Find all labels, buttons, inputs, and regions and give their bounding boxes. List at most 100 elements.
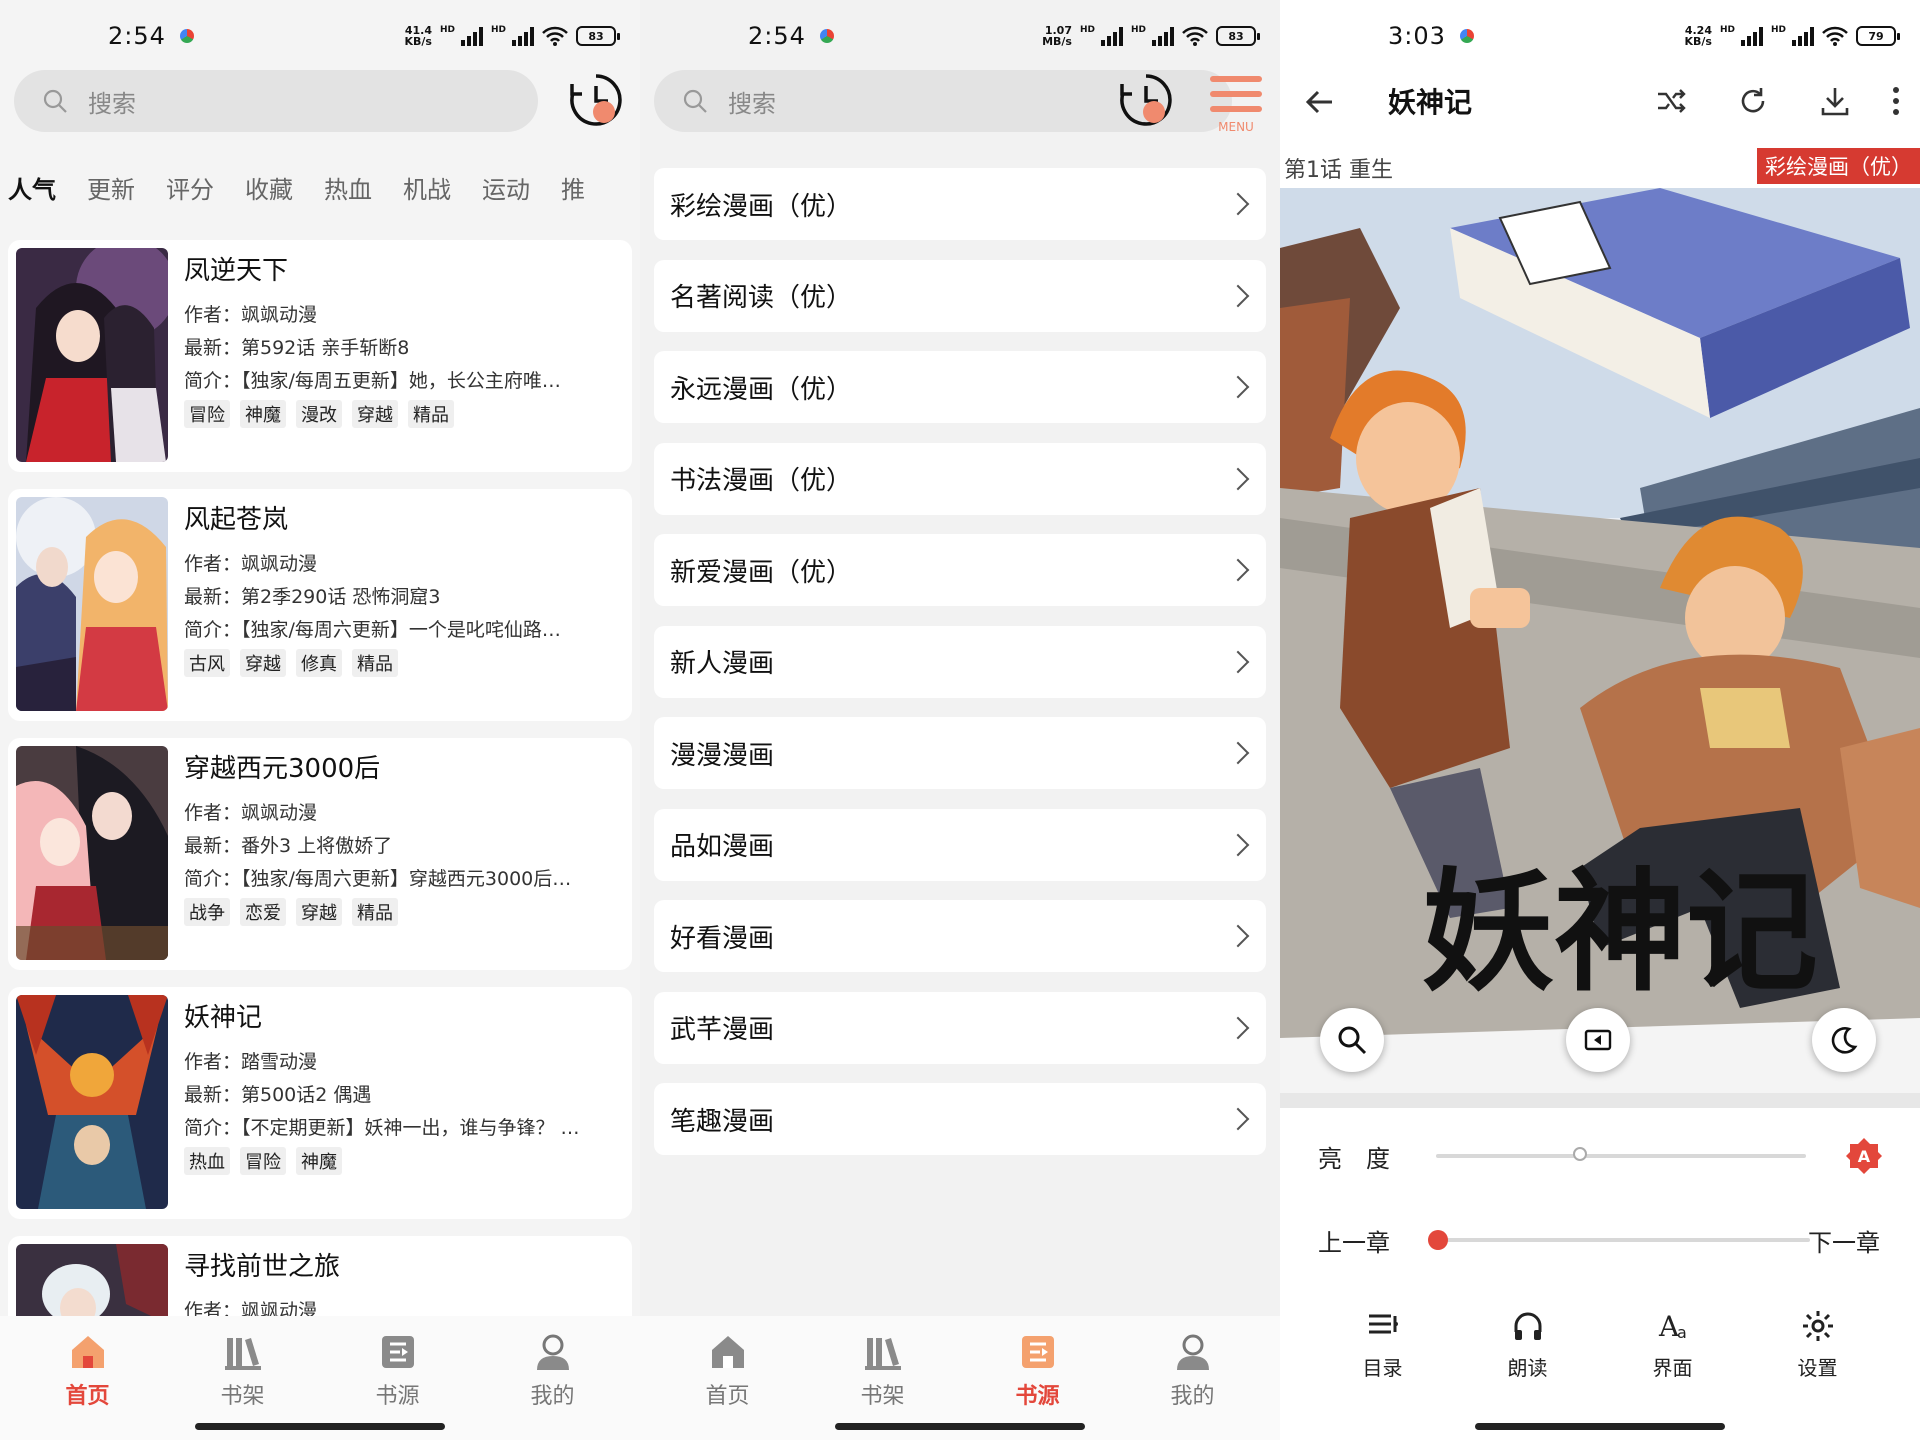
menu-button[interactable]: MENU (1208, 74, 1264, 134)
app-notification-icon (819, 29, 834, 43)
book-author: 作者：飒飒动漫 (184, 304, 318, 326)
battery-indicator: 79 (1856, 26, 1900, 46)
book-title: 妖神记 (1388, 86, 1473, 119)
source-item[interactable]: 名著阅读（优） (654, 259, 1266, 332)
tab-rating[interactable]: 评分 (166, 170, 245, 205)
book-tag: 恋爱 (240, 898, 286, 926)
menu-label: MENU (1218, 120, 1254, 134)
reader-tools: 目录 朗读 Aa 界面 设置 (1280, 1308, 1920, 1381)
book-tag: 古风 (184, 649, 230, 677)
svg-text:a: a (1677, 1323, 1687, 1342)
chevron-right-icon (1226, 467, 1250, 490)
source-item[interactable]: 新人漫画 (654, 625, 1266, 698)
home-indicator[interactable] (835, 1423, 1085, 1430)
autoscroll-fab[interactable] (1566, 1008, 1630, 1072)
book-card[interactable]: 穿越西元3000后 作者：飒飒动漫 最新：番外3 上将傲娇了 简介：【独家/每周… (8, 738, 632, 970)
chapter-progress-handle[interactable] (1428, 1230, 1448, 1250)
nav-profile[interactable]: 我的 (1133, 1316, 1253, 1440)
home-icon (71, 1336, 104, 1368)
status-time: 3:03 (1388, 22, 1446, 50)
prev-chapter-button[interactable]: 上一章 (1318, 1223, 1390, 1258)
tab-popular[interactable]: 人气 (8, 170, 87, 205)
catalog-icon (1368, 1314, 1398, 1334)
book-tag: 精品 (408, 400, 454, 428)
signal-icon (460, 26, 483, 46)
tool-settings[interactable]: 设置 (1768, 1308, 1868, 1381)
source-item[interactable]: 书法漫画（优） (654, 442, 1266, 515)
chapter-progress-slider[interactable] (1438, 1238, 1810, 1242)
search-fab[interactable] (1320, 1008, 1384, 1072)
nav-home[interactable]: 首页 (28, 1316, 148, 1440)
menu-icon (1210, 76, 1262, 112)
book-card[interactable]: 凤逆天下 作者：飒飒动漫 最新：第592话 亲手斩断8 简介：【独家/每周五更新… (8, 240, 632, 472)
book-intro: 简介：【独家/每周六更新】穿越西元3000后… (184, 868, 572, 890)
book-intro: 简介：【不定期更新】妖神一出，谁与争锋？ … (184, 1117, 580, 1139)
tool-read-aloud[interactable]: 朗读 (1478, 1308, 1578, 1381)
book-card[interactable]: 妖神记 作者：踏雪动漫 最新：第500话2 偶遇 简介：【不定期更新】妖神一出，… (8, 987, 632, 1219)
refresh-icon[interactable] (1736, 84, 1770, 118)
app-notification-icon (179, 29, 194, 43)
tab-hot-blood[interactable]: 热血 (324, 170, 403, 205)
tab-more[interactable]: 推 (561, 170, 640, 205)
book-card[interactable]: 风起苍岚 作者：飒飒动漫 最新：第2季290话 恐怖洞窟3 简介：【独家/每周六… (8, 489, 632, 721)
book-title: 妖神记 (184, 1003, 263, 1033)
source-icon (381, 1336, 414, 1368)
wifi-icon (1182, 26, 1208, 46)
source-item[interactable]: 好看漫画 (654, 900, 1266, 972)
history-icon[interactable] (1118, 72, 1174, 128)
book-tag: 穿越 (352, 400, 398, 428)
comic-page[interactable]: 妖神记 (1280, 188, 1920, 1108)
auto-brightness-icon[interactable]: A (1844, 1136, 1884, 1176)
tab-sports[interactable]: 运动 (482, 170, 561, 205)
sources-screen: 2:54 1.07 MB/s HD HD 83 搜索 MENU 彩绘漫画（优） 名… (640, 0, 1280, 1440)
tool-catalog[interactable]: 目录 (1333, 1308, 1433, 1381)
nav-bookshelf[interactable]: 书架 (183, 1316, 303, 1440)
reader-toolbar: 妖神记 (1280, 72, 1920, 130)
reader-controls: 亮 度 A 上一章 下一章 目录 朗读 A a 界面 设置 (1280, 1108, 1920, 1440)
source-item[interactable]: 彩绘漫画（优） (654, 168, 1266, 240)
source-item[interactable]: 笔趣漫画 (654, 1083, 1266, 1155)
search-input[interactable]: 搜索 (14, 70, 538, 132)
headphones-icon (1514, 1312, 1541, 1340)
font-icon: Aa (1658, 1310, 1687, 1343)
source-item[interactable]: 漫漫漫画 (654, 717, 1266, 789)
book-tag: 穿越 (296, 898, 342, 926)
bottom-nav: 首页 书架 书源 我的 (640, 1316, 1280, 1440)
home-indicator[interactable] (195, 1423, 445, 1430)
source-item[interactable]: 武芊漫画 (654, 991, 1266, 1064)
nav-profile[interactable]: 我的 (493, 1316, 613, 1440)
back-arrow-icon[interactable] (1304, 86, 1336, 118)
nav-home[interactable]: 首页 (668, 1316, 788, 1440)
night-mode-fab[interactable] (1812, 1008, 1876, 1072)
source-badge[interactable]: 彩绘漫画（优） (1757, 148, 1920, 184)
book-title: 风起苍岚 (184, 505, 289, 535)
signal-icon (1740, 26, 1763, 46)
search-icon (1338, 1026, 1367, 1055)
chevron-right-icon (1226, 284, 1250, 307)
nav-sources[interactable]: 书源 (338, 1316, 458, 1440)
brightness-slider-handle[interactable] (1573, 1147, 1588, 1161)
battery-indicator: 83 (1216, 26, 1260, 46)
source-icon (1021, 1336, 1054, 1368)
tab-favorites[interactable]: 收藏 (245, 170, 324, 205)
history-icon[interactable] (568, 72, 624, 128)
nav-bookshelf[interactable]: 书架 (823, 1316, 943, 1440)
status-bar: 3:03 4.24 KB/s HD HD 79 (1280, 0, 1920, 72)
more-options-icon[interactable] (1886, 84, 1906, 118)
tool-interface[interactable]: Aa 界面 (1623, 1308, 1723, 1381)
moon-icon (1831, 1027, 1858, 1054)
tab-updated[interactable]: 更新 (87, 170, 166, 205)
download-icon[interactable] (1818, 84, 1852, 118)
brightness-slider[interactable] (1436, 1154, 1806, 1158)
source-item[interactable]: 永远漫画（优） (654, 351, 1266, 423)
switch-source-icon[interactable] (1654, 84, 1688, 118)
source-item[interactable]: 新爱漫画（优） (654, 534, 1266, 606)
search-icon (43, 89, 67, 113)
nav-sources[interactable]: 书源 (978, 1316, 1098, 1440)
network-speed: 41.4 KB/s (404, 24, 432, 48)
next-chapter-button[interactable]: 下一章 (1808, 1223, 1880, 1258)
tab-mecha[interactable]: 机战 (403, 170, 482, 205)
source-item[interactable]: 品如漫画 (654, 808, 1266, 881)
book-tags: 冒险 神魔 漫改 穿越 精品 (184, 400, 620, 428)
home-indicator[interactable] (1475, 1423, 1725, 1430)
